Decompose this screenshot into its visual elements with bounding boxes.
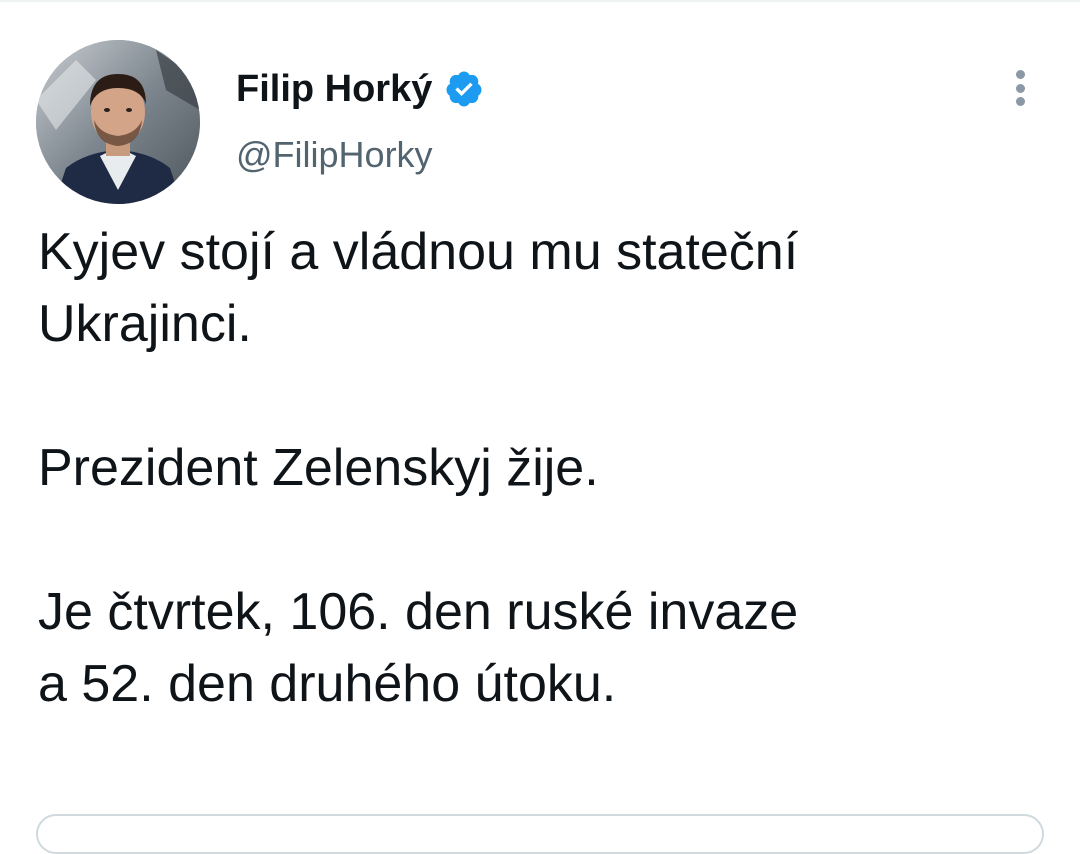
tweet-line: Je čtvrtek, 106. den ruské invaze [38, 583, 799, 641]
top-divider [0, 0, 1080, 2]
tweet-line: a 52. den druhého útoku. [38, 655, 617, 713]
tweet-line: Ukrajinci. [38, 295, 252, 353]
author-handle[interactable]: @FilipHorky [236, 134, 433, 176]
more-dot [1015, 70, 1025, 79]
avatar[interactable] [36, 40, 200, 204]
more-vertical-icon[interactable] [1004, 66, 1036, 110]
tweet-line: Kyjev stojí a vládnou mu stateční [38, 223, 799, 281]
tweet-line: Prezident Zelenskyj žije. [38, 439, 599, 497]
more-dot [1015, 83, 1025, 93]
tweet-text: Kyjev stojí a vládnou mu stateční Ukraji… [38, 216, 1058, 720]
avatar-photo [36, 40, 200, 204]
verified-badge-icon [444, 69, 484, 109]
author-name-row: Filip Horký [236, 66, 484, 112]
more-dot [1015, 97, 1025, 106]
quoted-card-edge[interactable] [36, 814, 1044, 854]
author-name[interactable]: Filip Horký [236, 68, 432, 111]
